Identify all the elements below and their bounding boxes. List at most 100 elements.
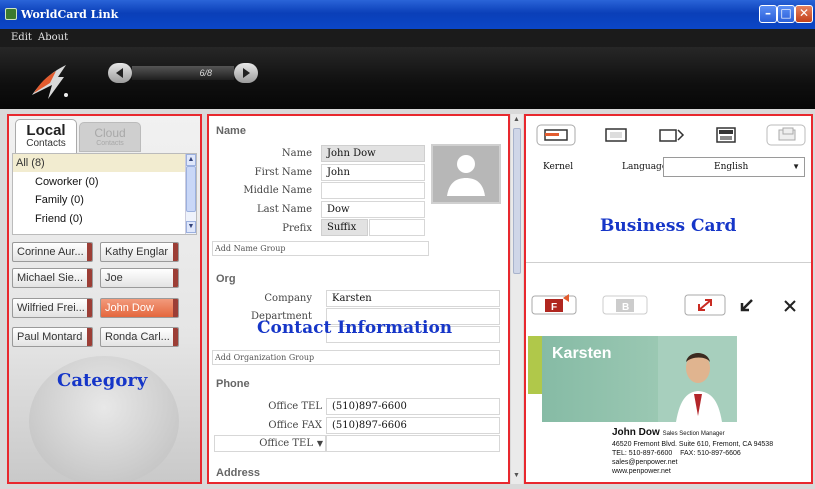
card-web: www.penpower.net: [612, 468, 671, 475]
card-person-photo: [658, 336, 736, 422]
business-card-annotation: Business Card: [600, 216, 737, 236]
contact-button[interactable]: Paul Montard: [12, 327, 93, 347]
group-item-coworker[interactable]: Coworker (0): [13, 173, 99, 191]
contact-button[interactable]: Wilfried Frei...: [12, 298, 93, 318]
contact-button[interactable]: Michael Sie...: [12, 268, 93, 288]
section-phone-heading: Phone: [216, 378, 250, 390]
section-org-heading: Org: [216, 273, 236, 285]
card-email: sales@penpower.net: [612, 459, 678, 466]
office-tel-label: Office TEL: [268, 401, 322, 412]
pager: 6/8: [108, 63, 258, 83]
expand-icon[interactable]: [684, 294, 728, 316]
language-label: Language: [622, 162, 668, 172]
language-select[interactable]: English ▼: [663, 157, 805, 177]
menu-about[interactable]: About: [38, 32, 68, 43]
card-color-bar: [528, 336, 542, 394]
scroll-up-icon[interactable]: ▲: [513, 116, 521, 124]
suffix-field[interactable]: Suffix: [321, 219, 368, 236]
app-window: WorldCard Link – □ ✕ Edit About 6/8 Loca…: [0, 0, 815, 489]
tab-local-contacts[interactable]: Local Contacts: [15, 119, 77, 153]
last-name-field[interactable]: Dow: [321, 201, 425, 218]
contact-photo[interactable]: [431, 144, 501, 204]
menu-edit[interactable]: Edit: [11, 32, 32, 43]
add-name-group-field[interactable]: Add Name Group: [212, 241, 429, 256]
group-list: All (8) Coworker (0) Family (0) Friend (…: [12, 153, 197, 235]
svg-text:B: B: [622, 302, 629, 313]
shrink-icon[interactable]: [736, 296, 758, 316]
group-item-family[interactable]: Family (0): [13, 191, 84, 209]
prefix-label: Prefix: [282, 223, 312, 234]
card-rotate-icon[interactable]: [650, 124, 690, 146]
section-name-heading: Name: [216, 125, 246, 137]
last-name-label: Last Name: [256, 204, 312, 215]
group-item-all[interactable]: All (8): [13, 154, 186, 172]
prev-card-button[interactable]: [108, 63, 132, 83]
language-value: English: [714, 162, 749, 172]
card-address: 46520 Fremont Blvd. Suite 610, Fremont, …: [612, 441, 774, 448]
front-side-icon[interactable]: F: [531, 292, 579, 316]
company-label: Company: [264, 293, 312, 304]
scroll-down-icon[interactable]: ▼: [513, 472, 521, 480]
card-name-text: John Dow: [612, 427, 660, 438]
card-export-icon[interactable]: [766, 124, 806, 146]
phone-type-select[interactable]: Office TEL ▼: [214, 435, 326, 452]
card-edit-icon[interactable]: [536, 124, 576, 146]
middle-name-label: Middle Name: [243, 185, 312, 196]
window-title: WorldCard Link: [21, 8, 119, 21]
app-icon: [5, 8, 17, 20]
close-button[interactable]: ✕: [795, 5, 813, 23]
contact-button[interactable]: Corinne Aur...: [12, 242, 93, 262]
card-tel: TEL: 510-897-6600: [612, 450, 673, 457]
contact-button[interactable]: Kathy Englar: [100, 242, 179, 262]
tab-cloud-contacts[interactable]: Cloud Contacts: [79, 122, 141, 152]
contact-info-annotation: Contact Information: [257, 318, 453, 338]
scroll-thumb[interactable]: [513, 128, 521, 274]
phone-type-value: Office TEL: [259, 438, 313, 449]
name-field[interactable]: John Dow: [321, 145, 425, 162]
contact-info-scrollbar[interactable]: ▲ ▼: [511, 114, 523, 484]
worldcard-logo-icon: [32, 65, 68, 99]
contact-button[interactable]: Joe: [100, 268, 179, 288]
new-phone-field[interactable]: [326, 435, 500, 452]
next-card-button[interactable]: [234, 63, 258, 83]
toolbar: 6/8: [0, 47, 815, 109]
first-name-label: First Name: [254, 167, 312, 178]
company-field[interactable]: Karsten: [326, 290, 500, 307]
group-item-friend[interactable]: Friend (0): [13, 210, 83, 228]
chevron-down-icon: ▼: [316, 439, 323, 448]
office-fax-field[interactable]: (510)897-6606: [326, 417, 500, 434]
minimize-button[interactable]: –: [759, 5, 777, 23]
scroll-up-icon[interactable]: ▲: [186, 154, 196, 166]
name-label: Name: [281, 148, 312, 159]
ocr-recognize-icon[interactable]: [706, 124, 746, 146]
maximize-button[interactable]: □: [777, 5, 795, 23]
contact-info-panel: Name Name John Dow First Name John Middl…: [207, 114, 510, 484]
suffix-value-field[interactable]: [369, 219, 425, 236]
kernel-label: Kernel: [543, 162, 574, 172]
pager-counter: 6/8: [132, 66, 234, 80]
tab-local-label: Local: [26, 122, 66, 139]
menu-bar: Edit About: [0, 29, 815, 47]
card-display-icon[interactable]: [596, 124, 636, 146]
section-address-heading: Address: [216, 467, 261, 479]
office-tel-field[interactable]: (510)897-6600: [326, 398, 500, 415]
contact-button[interactable]: Ronda Carl...: [100, 327, 179, 347]
group-list-scrollbar[interactable]: ▲ ▼: [185, 154, 196, 234]
card-phone-fax: TEL: 510-897-6600 FAX: 510-897-6606: [612, 450, 741, 457]
back-side-icon[interactable]: B: [602, 292, 650, 316]
close-icon[interactable]: [782, 298, 798, 314]
card-title: Sales Section Manager: [662, 431, 725, 437]
scroll-down-icon[interactable]: ▼: [186, 221, 196, 233]
category-panel: Local Contacts Cloud Contacts All (8) Co…: [7, 114, 202, 484]
card-company: Karsten: [552, 345, 612, 362]
svg-text:F: F: [551, 302, 557, 313]
scroll-thumb[interactable]: [186, 166, 196, 212]
business-card-panel: Kernel Language English ▼ Business Card …: [524, 114, 813, 484]
add-organization-group-field[interactable]: Add Organization Group: [212, 350, 500, 365]
middle-name-field[interactable]: [321, 182, 425, 199]
first-name-field[interactable]: John: [321, 164, 425, 181]
contact-button-selected[interactable]: John Dow: [100, 298, 179, 318]
tab-cloud-label: Cloud: [94, 126, 126, 140]
category-annotation: Category: [57, 370, 148, 391]
title-bar: WorldCard Link – □ ✕: [0, 0, 815, 29]
